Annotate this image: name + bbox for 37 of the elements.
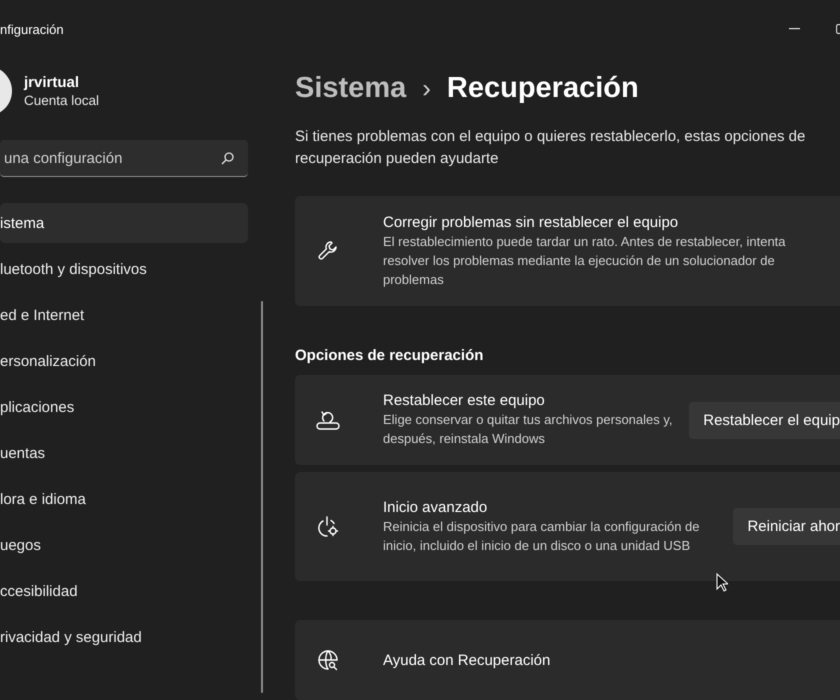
power-gear-icon bbox=[316, 514, 340, 538]
card-description: El restablecimiento puede tardar un rato. Antes de restablecer, intenta resolver los problemas mediante la ejecución de un solucionador de problemas bbox=[383, 232, 787, 288]
sidebar-item[interactable]: istema bbox=[0, 203, 248, 243]
card-title: Inicio avanzado bbox=[383, 498, 488, 516]
user-name: jrvirtual bbox=[24, 74, 80, 91]
card-description: Elige conservar o quitar tus archivos personales y, después, reinstala Windows bbox=[383, 411, 674, 448]
card-title: Ayuda con Recuperación bbox=[383, 652, 550, 668]
card-description: Reinicia el dispositivo para cambiar la configuración de inicio, incluido el inicio de un disco o una unidad USB bbox=[383, 518, 701, 554]
page-description: Si tienes problemas con el equipo o quieres restablecerlo, estas opciones de recuperación pueden ayudarte bbox=[295, 127, 806, 169]
minimize-icon[interactable] bbox=[789, 28, 800, 30]
card-title: Restablecer este equipo bbox=[383, 392, 546, 409]
card-title: Corregir problemas sin restablecer el equipo bbox=[383, 214, 680, 230]
sidebar-item[interactable]: lora e idioma bbox=[0, 479, 248, 519]
window-title: nfiguración bbox=[0, 22, 64, 36]
sidebar-item[interactable]: rivacidad y seguridad bbox=[0, 617, 248, 657]
globe-search-icon bbox=[316, 648, 340, 672]
sidebar-item[interactable]: ersonalización bbox=[0, 341, 248, 381]
sidebar-item[interactable]: uegos bbox=[0, 525, 248, 565]
sidebar-item[interactable]: ed e Internet bbox=[0, 295, 248, 335]
reset-icon bbox=[316, 409, 340, 431]
action-button[interactable]: Restablecer el equip bbox=[689, 402, 840, 438]
settings-card[interactable]: Corregir problemas sin restablecer el equipo El restablecimiento puede tardar un rato. Antes de restablecer, intenta resolver los problemas mediante la ejecución de un solucionador de problemas bbox=[295, 196, 840, 306]
search-icon[interactable] bbox=[221, 152, 234, 165]
account-type: Cuenta local bbox=[24, 93, 100, 108]
sidebar-item[interactable]: plicaciones bbox=[0, 387, 248, 427]
breadcrumb-link[interactable]: Sistema bbox=[295, 72, 406, 104]
settings-card[interactable]: Ayuda con Recuperación bbox=[295, 620, 840, 700]
scrollbar[interactable] bbox=[261, 301, 263, 693]
mouse-pointer-icon bbox=[716, 573, 728, 593]
sidebar-item[interactable]: uentas bbox=[0, 433, 248, 473]
page-title: Recuperación bbox=[446, 72, 639, 104]
breadcrumb-separator: › bbox=[422, 72, 431, 104]
sidebar-item[interactable]: luetooth y dispositivos bbox=[0, 249, 248, 289]
section-heading: Opciones de recuperación bbox=[295, 347, 484, 364]
action-button[interactable]: Reiniciar ahor bbox=[733, 508, 840, 545]
search-field[interactable]: una configuración bbox=[0, 140, 248, 177]
sidebar-item[interactable]: ccesibilidad bbox=[0, 571, 248, 611]
